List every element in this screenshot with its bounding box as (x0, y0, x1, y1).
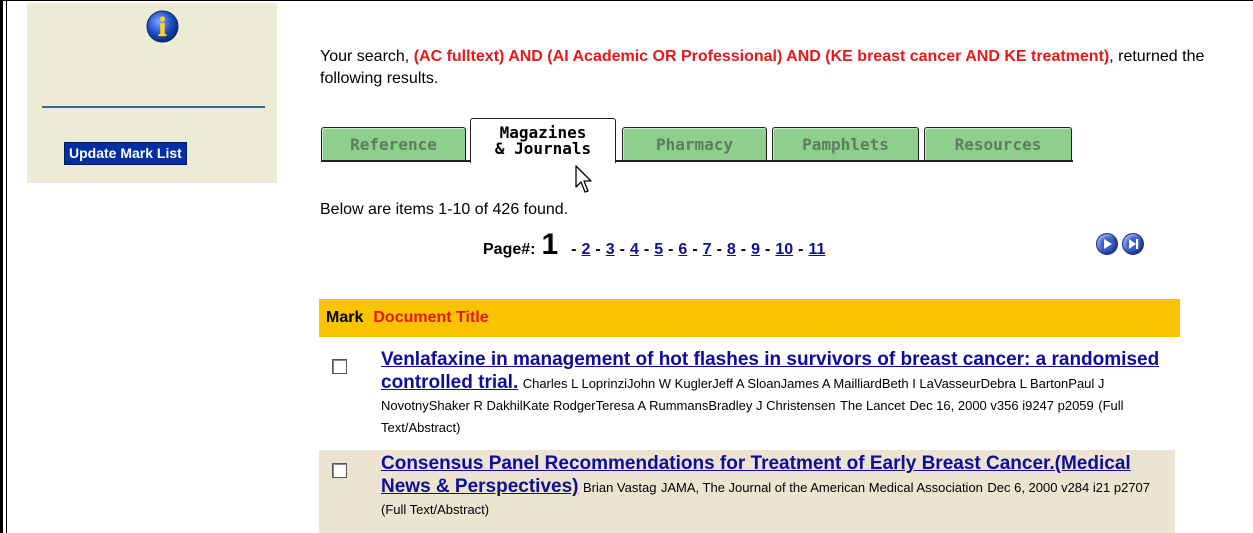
page-link[interactable]: 6 (678, 241, 687, 259)
info-icon[interactable] (146, 10, 179, 43)
result-details: Dec 6, 2000 v284 i21 p2707 (987, 480, 1150, 495)
last-page-icon[interactable] (1122, 233, 1144, 255)
page-link[interactable]: 4 (630, 241, 639, 259)
tab-label-line2: & Journals (494, 139, 592, 158)
page-link[interactable]: 9 (751, 241, 760, 259)
update-mark-list-button[interactable]: Update Mark List (64, 142, 187, 165)
page-link[interactable]: 8 (727, 241, 736, 259)
column-header-title: Document Title (373, 309, 489, 326)
page-link[interactable]: 11 (808, 241, 825, 259)
pagination: Page#: 1 -2 -3 -4 -5 -6 -7 -8 -9 -10 -11 (483, 228, 826, 261)
page-link[interactable]: 2 (581, 241, 590, 259)
result-entry: Consensus Panel Recommendations for Trea… (381, 453, 1161, 521)
items-found-text: Below are items 1-10 of 426 found. (320, 201, 569, 218)
search-query: (AC fulltext) AND (AI Academic OR Profes… (413, 48, 1110, 65)
tab-pharmacy[interactable]: Pharmacy (622, 127, 767, 161)
table-row: Consensus Panel Recommendations for Trea… (319, 450, 1175, 533)
sidebar-divider (42, 106, 265, 108)
page-link[interactable]: 5 (654, 241, 663, 259)
result-details: Dec 16, 2000 v356 i9247 p2059 (909, 398, 1094, 413)
column-header-mark: Mark (326, 309, 364, 326)
next-page-icon[interactable] (1096, 233, 1118, 255)
page-link[interactable]: 10 (775, 241, 793, 259)
tab-label: Pamphlets (802, 135, 889, 154)
table-row: Venlafaxine in management of hot flashes… (319, 346, 1175, 440)
tab-label: Reference (350, 135, 437, 154)
result-publication: JAMA, The Journal of the American Medica… (660, 480, 983, 495)
tab-label: Resources (954, 135, 1042, 154)
page-label: Page#: (483, 241, 536, 258)
search-summary: Your search, (AC fulltext) AND (AI Acade… (320, 46, 1253, 90)
search-prefix: Your search, (320, 48, 414, 65)
result-publication: The Lancet (839, 398, 905, 413)
tab-reference[interactable]: Reference (321, 127, 466, 161)
tab-label: Pharmacy (655, 135, 734, 154)
mark-checkbox[interactable] (332, 359, 347, 374)
mouse-pointer-icon (575, 165, 592, 193)
result-format: (Full Text/Abstract) (381, 502, 490, 517)
window-top-border (0, 0, 1253, 1)
window-left-border-inner (6, 0, 7, 533)
page-link[interactable]: 7 (703, 241, 712, 259)
window-left-border (0, 0, 3, 533)
result-authors: Brian Vastag (582, 480, 657, 495)
current-page: 1 (541, 228, 559, 261)
page-link[interactable]: 3 (606, 241, 615, 259)
result-entry: Venlafaxine in management of hot flashes… (381, 349, 1161, 439)
category-tabs: Reference Magazines & Journals Pharmacy … (321, 118, 1081, 163)
tab-pamphlets[interactable]: Pamphlets (772, 127, 919, 161)
tab-baseline (321, 160, 1073, 162)
tab-magazines-journals[interactable]: Magazines & Journals (470, 118, 616, 163)
results-table-header: Mark Document Title (319, 299, 1180, 337)
tab-resources[interactable]: Resources (924, 127, 1072, 161)
mark-checkbox[interactable] (332, 463, 347, 478)
